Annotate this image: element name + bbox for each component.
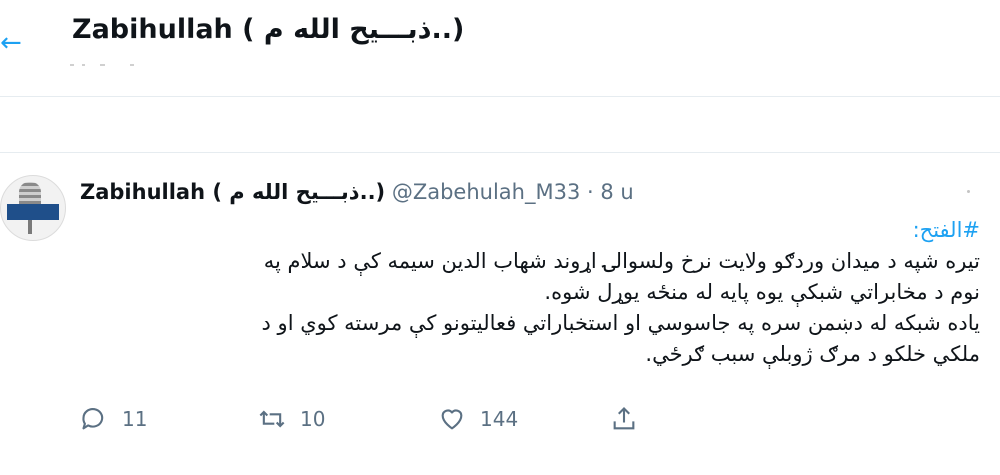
- reply-button[interactable]: 11: [80, 405, 147, 433]
- tweet-line: تیره شپه د میدان وردګو ولایت نرخ ولسوالۍ…: [263, 249, 980, 273]
- more-options-icon[interactable]: [967, 190, 970, 193]
- tweet-header: Zabihullah ( ذبـــیح الله م..) @Zabehula…: [80, 178, 634, 206]
- like-count: 144: [480, 407, 519, 431]
- reply-count: 11: [122, 407, 148, 431]
- retweet-button[interactable]: 10: [258, 405, 325, 433]
- tweet-actions: 11 10 144: [80, 405, 680, 445]
- tweet-line: نوم د مخابراتي شبکې يوه پايه له منځه يوړ…: [544, 280, 980, 304]
- author-handle[interactable]: @Zabehulah_M33: [392, 180, 580, 204]
- header-subtitle-placeholder: [70, 64, 134, 66]
- tweet-line: ملکي خلکو د مرګ ژوبلې سبب ګرځي.: [645, 342, 980, 366]
- separator-dot: ·: [587, 180, 594, 204]
- tweet-line: ياده شبکه له دښمن سره په جاسوسي او استخب…: [261, 311, 980, 335]
- avatar[interactable]: [0, 175, 66, 241]
- share-icon: [613, 407, 635, 430]
- like-icon: [441, 409, 463, 430]
- header-title: Zabihullah ( ذبـــیح الله م..): [72, 14, 465, 45]
- tweet[interactable]: Zabihullah ( ذبـــیح الله م..) @Zabehula…: [0, 153, 1000, 475]
- retweet-icon: [259, 410, 285, 428]
- profile-header: ← Zabihullah ( ذبـــیح الله م..): [0, 0, 1000, 96]
- back-arrow-icon[interactable]: ←: [0, 28, 22, 58]
- tweet-text: #الفتح: تیره شپه د میدان وردګو ولایت نرخ…: [80, 215, 980, 370]
- share-button[interactable]: [610, 405, 638, 433]
- avatar-banner: [7, 204, 59, 220]
- author-name[interactable]: Zabihullah ( ذبـــیح الله م..): [80, 180, 385, 204]
- microphone-stand: [28, 220, 32, 234]
- reply-icon: [82, 408, 104, 430]
- hashtag-link[interactable]: #الفتح:: [913, 218, 980, 242]
- header-divider: [0, 96, 1000, 97]
- retweet-count: 10: [300, 407, 326, 431]
- like-button[interactable]: 144: [438, 405, 518, 433]
- tweet-time[interactable]: 8 u: [600, 180, 633, 204]
